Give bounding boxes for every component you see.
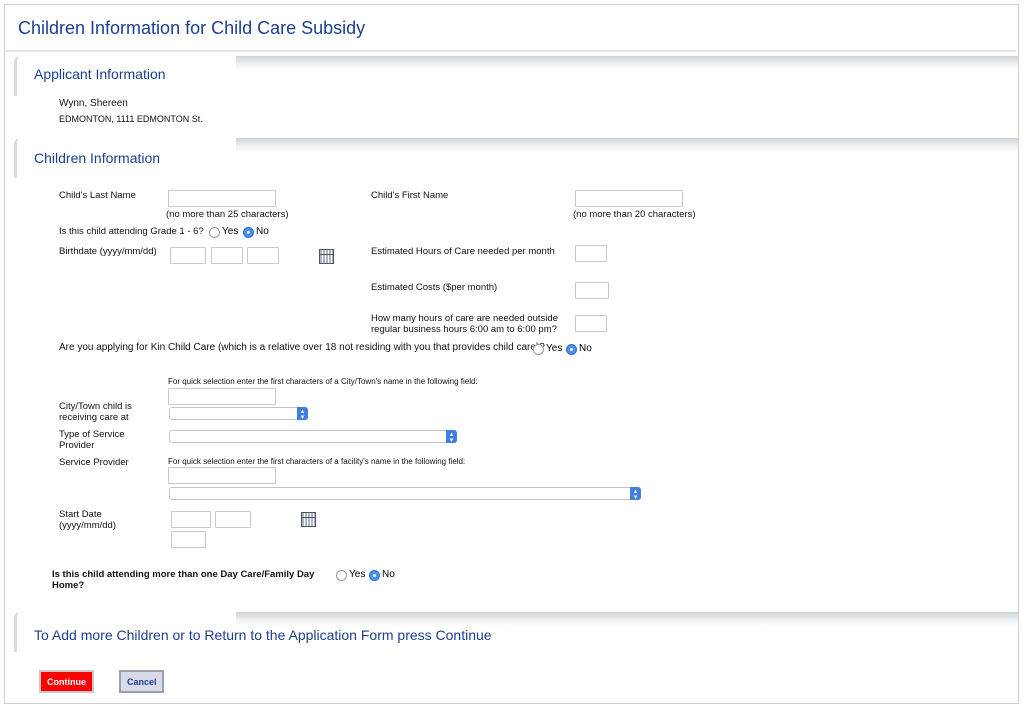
last-name-hint: (no more than 25 characters) [166, 209, 289, 220]
birthdate-day-input[interactable] [247, 247, 279, 264]
multi-daycare-no-label: No [382, 569, 395, 580]
birthdate-year-input[interactable] [170, 247, 206, 264]
costs-label: Estimated Costs ($per month) [371, 282, 498, 293]
multi-daycare-question-1: Is this child attending more than one Da… [52, 569, 315, 580]
first-name-hint: (no more than 20 characters) [573, 209, 696, 220]
select-arrow-icon: ▴ ▾ [297, 407, 308, 421]
first-name-label: Child's First Name [371, 190, 449, 201]
kin-yes-radio[interactable] [533, 344, 544, 355]
hours-label: Estimated Hours of Care needed per month [371, 246, 555, 257]
multi-daycare-question-2: Home? [52, 580, 85, 591]
select-arrow-icon: ▴ ▾ [630, 487, 641, 501]
city-label-2: receiving care at [59, 412, 129, 423]
start-date-month-input[interactable] [215, 511, 251, 528]
start-date-calendar-icon[interactable] [301, 512, 316, 527]
cancel-button[interactable]: Cancel [119, 670, 164, 693]
service-provider-select[interactable]: ▴ ▾ [169, 487, 641, 501]
outside-hours-label-2: regular business hours 6:00 am to 6:00 p… [371, 324, 557, 335]
grade-no-radio[interactable] [243, 227, 254, 238]
hours-input[interactable] [575, 245, 607, 262]
city-search-input[interactable] [168, 388, 276, 405]
grade-yes-label: Yes [222, 226, 239, 237]
outside-hours-label-1: How many hours of care are needed outsid… [371, 313, 558, 324]
last-name-input[interactable] [168, 190, 276, 207]
children-heading: Children Information [34, 150, 161, 166]
applicant-address: EDMONTON, 1111 EDMONTON St. [59, 114, 203, 124]
birthdate-label: Birthdate (yyyy/mm/dd) [59, 246, 157, 257]
costs-input[interactable] [575, 282, 609, 299]
provider-type-label-2: Provider [59, 440, 95, 451]
footer-section-bar [236, 612, 1018, 626]
start-date-label-2: (yyyy/mm/dd) [59, 520, 116, 531]
birthdate-month-input[interactable] [211, 247, 243, 264]
page-title: Children Information for Child Care Subs… [18, 18, 366, 38]
applicant-heading: Applicant Information [34, 66, 166, 82]
applicant-name: Wynn, Shereen [59, 98, 128, 109]
kin-yes-label: Yes [546, 343, 563, 354]
multi-daycare-yes-label: Yes [349, 569, 366, 580]
start-date-label-1: Start Date [59, 509, 102, 520]
city-hint: For quick selection enter the first char… [168, 377, 478, 386]
facility-hint: For quick selection enter the first char… [168, 457, 466, 466]
grade-yes-radio[interactable] [209, 227, 220, 238]
applicant-section-bar [236, 56, 1018, 70]
footer-heading: To Add more Children or to Return to the… [34, 627, 492, 643]
start-date-day-input[interactable] [171, 531, 206, 548]
city-label-1: City/Town child is [59, 401, 132, 412]
last-name-label: Child's Last Name [59, 190, 136, 201]
service-provider-label: Service Provider [59, 457, 129, 468]
birthdate-calendar-icon[interactable] [319, 249, 334, 264]
select-arrow-icon: ▴ ▾ [446, 430, 457, 444]
provider-type-select[interactable]: ▴ ▾ [169, 430, 457, 444]
kin-no-radio[interactable] [566, 344, 577, 355]
outside-hours-input[interactable] [575, 315, 607, 332]
facility-search-input[interactable] [168, 467, 276, 484]
multi-daycare-yes-radio[interactable] [336, 570, 347, 581]
page-frame [4, 4, 1019, 704]
first-name-input[interactable] [575, 190, 683, 207]
grade-question: Is this child attending Grade 1 - 6? [59, 226, 204, 237]
city-select[interactable]: ▴ ▾ [169, 407, 308, 421]
children-section-bar [236, 138, 1018, 152]
kin-no-label: No [579, 343, 592, 354]
title-divider [6, 50, 1016, 52]
start-date-year-input[interactable] [171, 511, 211, 528]
provider-type-label-1: Type of Service [59, 429, 125, 440]
continue-button[interactable]: Continue [39, 670, 94, 693]
grade-no-label: No [256, 226, 269, 237]
kin-question: Are you applying for Kin Child Care (whi… [59, 342, 545, 353]
multi-daycare-no-radio[interactable] [369, 570, 380, 581]
